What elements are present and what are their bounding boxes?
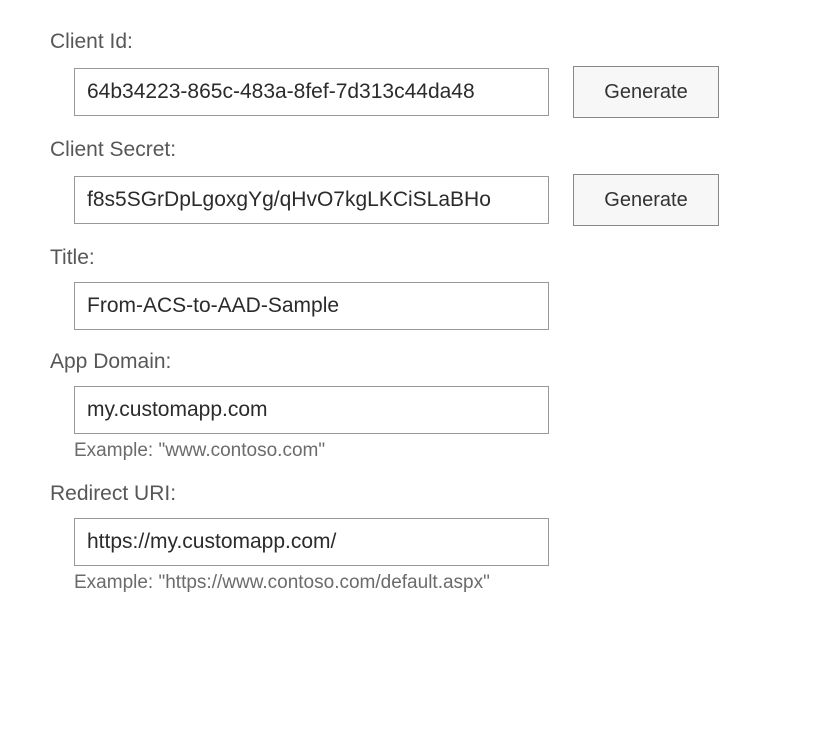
redirect-uri-label: Redirect URI: [50, 482, 777, 506]
app-domain-label: App Domain: [50, 350, 777, 374]
redirect-uri-input[interactable] [74, 518, 549, 566]
app-domain-row [50, 386, 777, 434]
client-secret-group: Client Secret: Generate [50, 138, 777, 226]
title-input[interactable] [74, 282, 549, 330]
client-secret-label: Client Secret: [50, 138, 777, 162]
redirect-uri-hint: Example: "https://www.contoso.com/defaul… [50, 572, 777, 594]
client-secret-input[interactable] [74, 176, 549, 224]
redirect-uri-row [50, 518, 777, 566]
title-label: Title: [50, 246, 777, 270]
client-id-label: Client Id: [50, 30, 777, 54]
title-row [50, 282, 777, 330]
client-id-generate-button[interactable]: Generate [573, 66, 719, 118]
client-id-input[interactable] [74, 68, 549, 116]
app-domain-input[interactable] [74, 386, 549, 434]
client-id-group: Client Id: Generate [50, 30, 777, 118]
app-domain-group: App Domain: Example: "www.contoso.com" [50, 350, 777, 462]
client-id-row: Generate [50, 66, 777, 118]
title-group: Title: [50, 246, 777, 330]
app-domain-hint: Example: "www.contoso.com" [50, 440, 777, 462]
redirect-uri-group: Redirect URI: Example: "https://www.cont… [50, 482, 777, 594]
client-secret-row: Generate [50, 174, 777, 226]
client-secret-generate-button[interactable]: Generate [573, 174, 719, 226]
